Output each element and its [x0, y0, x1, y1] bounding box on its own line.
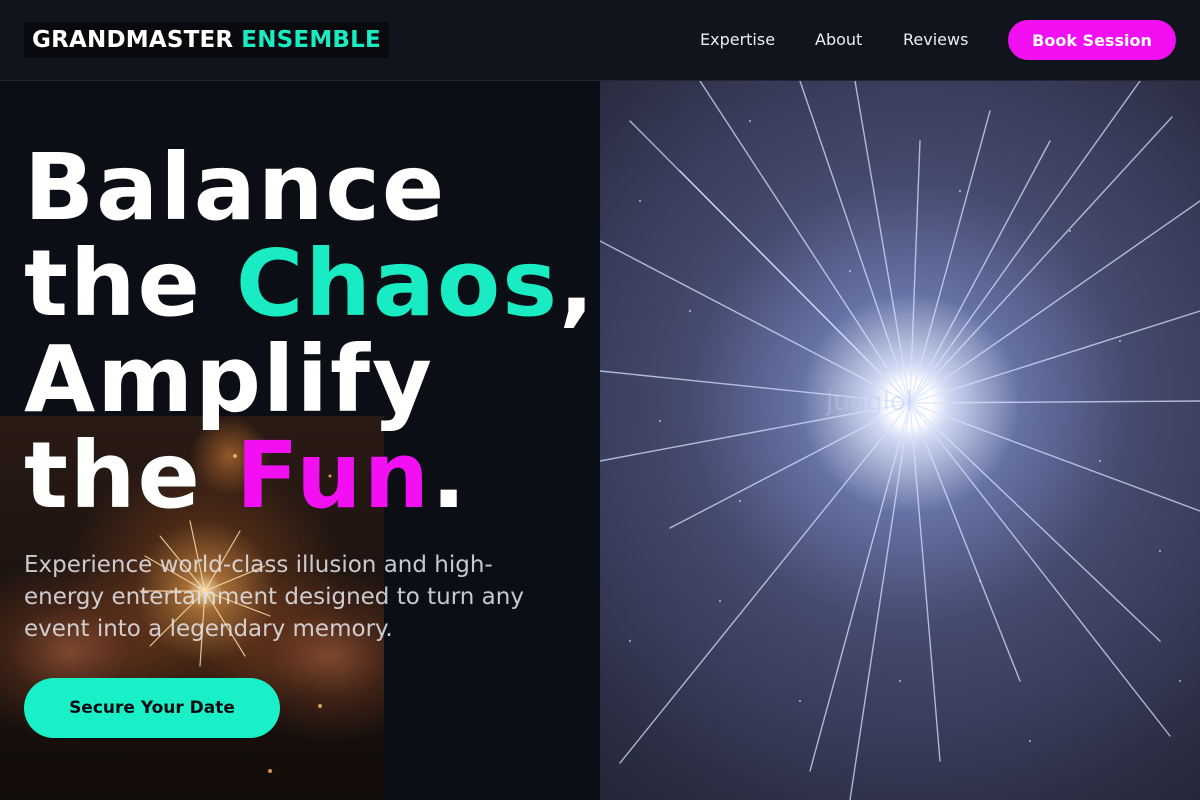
logo-text-primary: GRANDMASTER — [32, 27, 234, 53]
headline-word: the — [24, 422, 202, 529]
headline-accent-fun: Fun — [235, 422, 432, 529]
site-header: GRANDMASTER ENSEMBLE Expertise About Rev… — [0, 0, 1200, 81]
headline-word: the — [24, 230, 202, 337]
page: GRANDMASTER ENSEMBLE Expertise About Rev… — [0, 0, 1200, 800]
book-session-button[interactable]: Book Session — [1008, 20, 1176, 60]
starburst-rays — [600, 81, 1200, 800]
headline-line-4: the Fun. — [24, 428, 596, 524]
hero-headline: Balance the Chaos, Amplify the Fun. — [24, 140, 596, 524]
nav-link-expertise[interactable]: Expertise — [700, 30, 775, 49]
hero-subtext: Experience world-class illusion and high… — [24, 552, 524, 642]
headline-line-3: Amplify — [24, 326, 434, 433]
logo-text-accent: ENSEMBLE — [241, 27, 381, 53]
hero-starburst-image: jugglol — [600, 81, 1200, 800]
headline-punctuation: , — [558, 230, 596, 337]
nav-link-reviews[interactable]: Reviews — [903, 30, 968, 49]
secure-date-button[interactable]: Secure Your Date — [24, 678, 280, 738]
headline-line-2: the Chaos, — [24, 236, 596, 332]
nav-link-about[interactable]: About — [815, 30, 862, 49]
headline-line-1: Balance — [24, 134, 447, 241]
headline-accent-chaos: Chaos — [235, 230, 559, 337]
headline-punctuation: . — [431, 422, 469, 529]
image-watermark: jugglol — [826, 387, 914, 417]
logo[interactable]: GRANDMASTER ENSEMBLE — [24, 22, 389, 58]
